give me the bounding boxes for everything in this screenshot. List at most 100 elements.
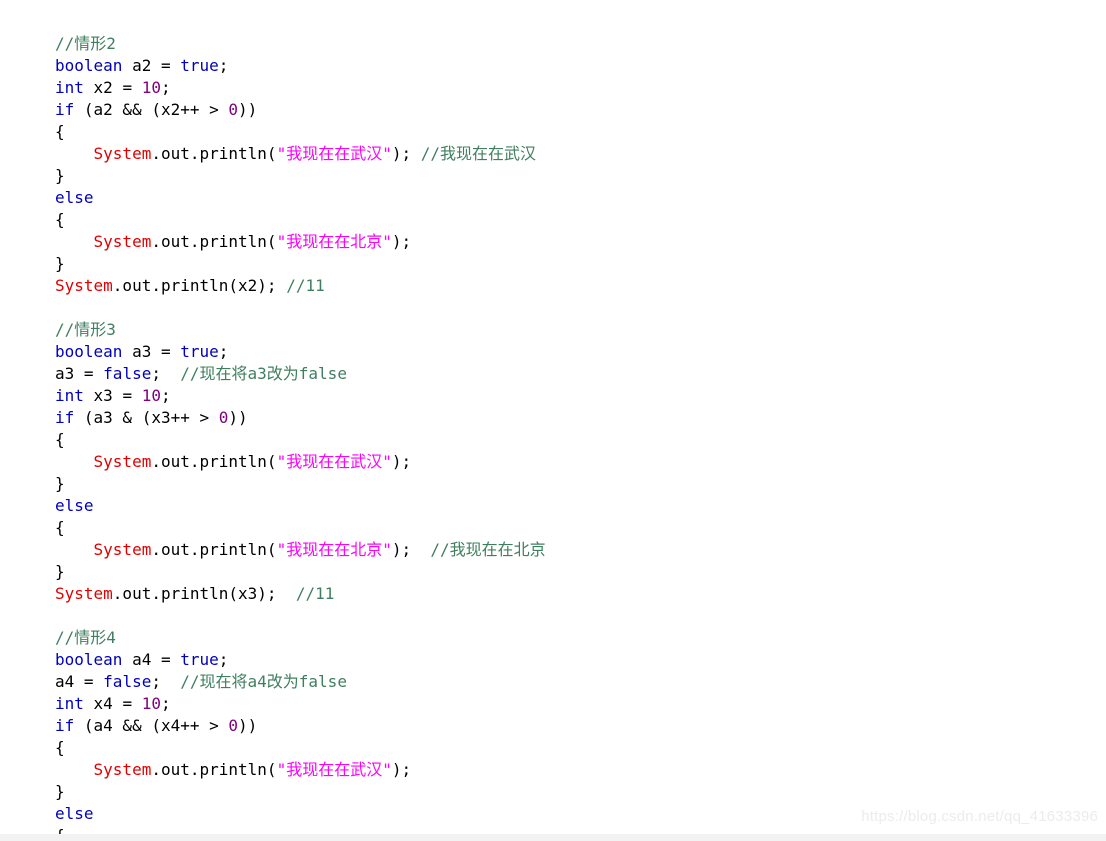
- code-line: System.out.println("我现在在北京"); //我现在在北京: [55, 539, 546, 561]
- code-line: boolean a3 = true;: [55, 341, 546, 363]
- code-token-com: //现在将a3改为false: [180, 364, 347, 383]
- code-line: else: [55, 495, 546, 517]
- code-token-plain: .out.println(: [151, 452, 277, 471]
- code-token-kw: else: [55, 188, 94, 207]
- code-line: ​: [55, 605, 546, 627]
- code-token-com: //情形4: [55, 628, 116, 647]
- code-token-plain: .out.println(: [151, 144, 277, 163]
- code-token-plain: a4 =: [55, 672, 104, 691]
- code-token-com: //我现在在北京: [430, 540, 546, 559]
- code-token-plain: ;: [160, 386, 171, 405]
- code-token-plain: a2 =: [122, 56, 181, 75]
- code-token-kw: int: [55, 694, 84, 713]
- code-token-num: 10: [141, 78, 161, 97]
- page-bottom-edge: [0, 834, 1106, 841]
- code-line: else: [55, 187, 546, 209]
- code-token-plain: {: [55, 210, 65, 229]
- java-code-block[interactable]: //情形2 boolean a2 = true; int x2 = 10; if (a…: [55, 33, 546, 841]
- code-line: boolean a2 = true;: [55, 55, 546, 77]
- code-line: }: [55, 253, 546, 275]
- code-token-plain: ;: [160, 694, 171, 713]
- code-token-num: 0: [228, 100, 239, 119]
- code-snippet-viewport: //情形2 boolean a2 = true; int x2 = 10; if (a…: [0, 0, 1106, 841]
- csdn-watermark: https://blog.csdn.net/qq_41633396: [861, 808, 1098, 825]
- code-line: {: [55, 737, 546, 759]
- code-token-num: 10: [141, 694, 161, 713]
- code-token-plain: }: [55, 782, 65, 801]
- code-line: ​: [55, 297, 546, 319]
- code-token-str: "我现在在北京": [276, 232, 392, 251]
- code-token-kw: if: [55, 716, 75, 735]
- code-token-plain: ;: [218, 56, 229, 75]
- code-token-plain: );: [391, 452, 412, 471]
- code-token-com: //11: [286, 276, 325, 295]
- code-token-com: //情形3: [55, 320, 116, 339]
- code-token-plain: ;: [218, 650, 229, 669]
- code-token-kw: int: [55, 78, 84, 97]
- code-line: }: [55, 561, 546, 583]
- code-token-com: //现在将a4改为false: [180, 672, 347, 691]
- code-token-plain: a4 =: [122, 650, 181, 669]
- code-token-kw: true: [180, 342, 219, 361]
- code-token-plain: x4 =: [83, 694, 142, 713]
- code-token-kw: if: [55, 408, 75, 427]
- code-token-kw: int: [55, 386, 84, 405]
- code-token-plain: );: [391, 540, 431, 559]
- code-line: if (a2 && (x2++ > 0)): [55, 99, 546, 121]
- code-token-sys: System: [93, 452, 152, 471]
- code-token-num: 0: [228, 716, 239, 735]
- code-token-plain: }: [55, 166, 65, 185]
- code-token-kw: false: [103, 364, 152, 383]
- code-token-kw: else: [55, 496, 94, 515]
- code-line: System.out.println(x2); //11: [55, 275, 546, 297]
- code-line: //情形3: [55, 319, 546, 341]
- code-token-plain: {: [55, 738, 65, 757]
- code-token-kw: true: [180, 650, 219, 669]
- code-token-plain: );: [391, 144, 421, 163]
- code-token-plain: ;: [160, 78, 171, 97]
- code-token-sys: System: [93, 540, 152, 559]
- code-token-plain: );: [391, 760, 412, 779]
- code-token-plain: .out.println(: [151, 540, 277, 559]
- code-token-plain: a3 =: [55, 364, 104, 383]
- code-line: if (a4 && (x4++ > 0)): [55, 715, 546, 737]
- code-token-plain: {: [55, 430, 65, 449]
- code-token-kw: else: [55, 804, 94, 823]
- code-token-plain: )): [228, 408, 248, 427]
- code-token-kw: true: [180, 56, 219, 75]
- code-token-plain: a3 =: [122, 342, 181, 361]
- code-line: int x2 = 10;: [55, 77, 546, 99]
- code-token-com: //情形2: [55, 34, 116, 53]
- code-token-kw: boolean: [55, 650, 123, 669]
- code-line: int x4 = 10;: [55, 693, 546, 715]
- code-token-plain: (a4 && (x4++ >: [74, 716, 229, 735]
- code-token-plain: .out.println(: [151, 760, 277, 779]
- code-token-str: "我现在在北京": [276, 540, 392, 559]
- code-line: a3 = false; //现在将a3改为false: [55, 363, 546, 385]
- code-line: System.out.println("我现在在武汉");: [55, 759, 546, 781]
- code-token-sys: System: [93, 144, 152, 163]
- code-token-plain: .out.println(: [151, 232, 277, 251]
- code-token-com: //11: [295, 584, 335, 603]
- code-line: System.out.println(x3); //11: [55, 583, 546, 605]
- code-line: a4 = false; //现在将a4改为false: [55, 671, 546, 693]
- code-token-num: 10: [141, 386, 161, 405]
- code-line: System.out.println("我现在在武汉"); //我现在在武汉: [55, 143, 546, 165]
- code-line: else: [55, 803, 546, 825]
- code-token-plain: x2 =: [83, 78, 142, 97]
- code-token-plain: );: [391, 232, 412, 251]
- code-line: {: [55, 209, 546, 231]
- code-token-com: //我现在在武汉: [420, 144, 537, 163]
- code-line: }: [55, 781, 546, 803]
- code-token-sys: System: [93, 760, 152, 779]
- code-token-str: "我现在在武汉": [276, 760, 392, 779]
- code-line: //情形2: [55, 33, 546, 55]
- code-line: //情形4: [55, 627, 546, 649]
- code-token-plain: .out.println(x3);: [112, 584, 296, 603]
- code-line: int x3 = 10;: [55, 385, 546, 407]
- code-token-kw: false: [103, 672, 152, 691]
- code-line: if (a3 & (x3++ > 0)): [55, 407, 546, 429]
